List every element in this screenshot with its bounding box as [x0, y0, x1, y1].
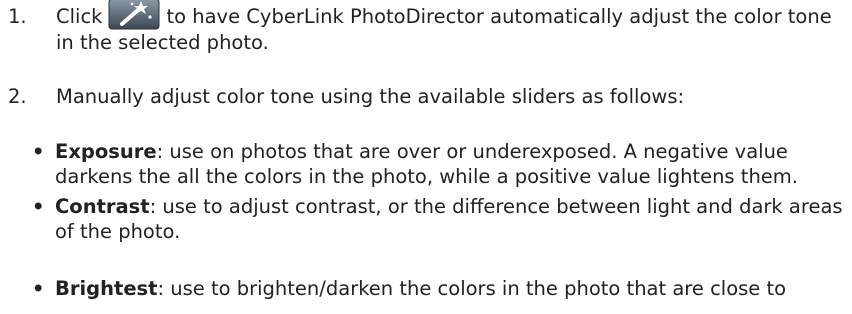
bullet-description: : use to brighten/darken the colors in t… [157, 277, 787, 300]
bullet-text: Exposure: use on photos that are over or… [55, 139, 845, 189]
step-text: Manually adjust color tone using the ava… [56, 85, 685, 108]
bullet-marker: • [32, 277, 45, 300]
bullet-term: Contrast [55, 195, 150, 218]
bullet-marker: • [32, 140, 45, 163]
bullet-text: Contrast: use to adjust contrast, or the… [55, 194, 845, 244]
bullet-description: : use to adjust contrast, or the differe… [55, 195, 843, 243]
bullet-marker: • [32, 195, 45, 218]
document-page: 1. Click to have CyberLink PhotoDirector… [0, 0, 852, 314]
step-number: 2. [8, 85, 27, 108]
bullet-description: : use on photos that are over or underex… [55, 140, 798, 188]
bullet-text: Brightest: use to brighten/darken the co… [55, 276, 845, 301]
step-number: 1. [8, 5, 27, 28]
bullet-term: Brightest [55, 277, 158, 300]
auto-adjust-wand-icon[interactable] [108, 0, 160, 30]
step-text-after-icon: to have CyberLink PhotoDirector automati… [56, 5, 832, 54]
step-text: Click to have CyberLink PhotoDirector au… [56, 0, 846, 55]
step-text-before-icon: Click [56, 5, 103, 28]
bullet-term: Exposure [55, 140, 157, 163]
